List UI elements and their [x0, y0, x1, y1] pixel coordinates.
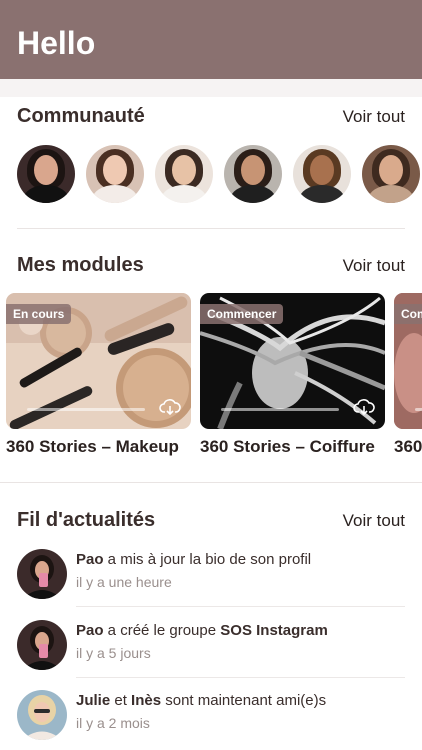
avatar-face — [34, 155, 58, 185]
community-avatar-2[interactable] — [86, 145, 144, 203]
community-avatar-5[interactable] — [293, 145, 351, 203]
module-progress-bar — [221, 408, 339, 411]
feed-action-text: sont maintenant ami(e)s — [161, 692, 327, 709]
feed-avatar[interactable] — [17, 620, 67, 670]
module-title: 360 Stories – Coiffure — [200, 437, 375, 456]
module-card-coiffure[interactable]: Commencer 360 Stories – Coiffure — [200, 293, 385, 463]
feed-timestamp: il y a 5 jours — [76, 645, 151, 661]
avatar-face — [241, 155, 265, 185]
feed-action-text: a créé le groupe — [103, 622, 221, 639]
community-avatar-6[interactable] — [362, 145, 420, 203]
avatar-body — [230, 185, 276, 203]
feed-object[interactable]: SOS Instagram — [220, 622, 328, 639]
avatar-body — [161, 185, 207, 203]
cloud-download-icon[interactable] — [353, 397, 375, 417]
community-title: Communauté — [17, 105, 145, 127]
avatar-face — [379, 155, 403, 185]
avatar-body — [299, 185, 345, 203]
avatar-face — [310, 155, 334, 185]
feed-text: Pao a créé le groupe SOS Instagram — [76, 621, 328, 641]
feed-timestamp: il y a une heure — [76, 574, 172, 590]
avatar-face — [103, 155, 127, 185]
feed-title: Fil d'actualités — [17, 509, 156, 531]
feed-object[interactable]: Inès — [131, 692, 161, 709]
avatar-body — [368, 185, 414, 203]
avatar-image — [17, 549, 67, 599]
community-avatar-row[interactable] — [17, 145, 422, 205]
module-status-badge: Commencer — [394, 304, 422, 324]
avatar-image — [17, 690, 67, 740]
modules-carousel[interactable]: En cours 360 Stories – Makeup Commencer … — [0, 293, 422, 463]
module-thumbnail-makeup: En cours — [6, 293, 191, 429]
feed-action-text: a mis à jour la bio de son profil — [103, 551, 312, 568]
module-status-badge: En cours — [6, 304, 72, 324]
section-gap — [0, 79, 422, 97]
modules-see-all-link[interactable]: Voir tout — [343, 254, 405, 278]
module-status-badge: Commencer — [200, 304, 284, 324]
app-header: Hello — [0, 0, 422, 79]
module-card-other[interactable]: Commencer 360 Stories – — [394, 293, 422, 463]
feed-avatar[interactable] — [17, 690, 67, 740]
module-progress-bar — [27, 408, 145, 411]
feed-divider — [76, 677, 405, 678]
page-title: Hello — [17, 25, 96, 61]
feed-actor[interactable]: Pao — [76, 622, 104, 639]
feed-item[interactable]: Pao a créé le groupe SOS Instagram il y … — [17, 620, 405, 674]
module-title: 360 Stories – Makeup — [6, 437, 179, 456]
feed-divider — [76, 606, 405, 607]
community-see-all-link[interactable]: Voir tout — [343, 105, 405, 129]
feed-item[interactable]: Julie et Inès sont maintenant ami(e)s il… — [17, 690, 405, 744]
community-avatar-1[interactable] — [17, 145, 75, 203]
avatar-image — [17, 620, 67, 670]
feed-timestamp: il y a 2 mois — [76, 715, 150, 731]
module-thumbnail-other: Commencer — [394, 293, 422, 429]
avatar-body — [92, 185, 138, 203]
feed-item[interactable]: Pao a mis à jour la bio de son profil il… — [17, 549, 405, 603]
section-divider — [17, 228, 405, 229]
avatar-body — [23, 185, 69, 203]
cloud-download-icon[interactable] — [159, 397, 181, 417]
feed-actor[interactable]: Julie — [76, 692, 110, 709]
feed-action-text: et — [110, 692, 132, 709]
module-thumbnail-coiffure: Commencer — [200, 293, 385, 429]
feed-text: Pao a mis à jour la bio de son profil — [76, 550, 311, 570]
feed-actor[interactable]: Pao — [76, 551, 104, 568]
community-avatar-4[interactable] — [224, 145, 282, 203]
module-title: 360 Stories – — [394, 437, 422, 456]
feed-text: Julie et Inès sont maintenant ami(e)s — [76, 691, 326, 711]
module-card-makeup[interactable]: En cours 360 Stories – Makeup — [6, 293, 191, 463]
feed-see-all-link[interactable]: Voir tout — [343, 509, 405, 533]
feed-avatar[interactable] — [17, 549, 67, 599]
community-avatar-3[interactable] — [155, 145, 213, 203]
modules-title: Mes modules — [17, 254, 144, 276]
module-progress-bar — [415, 408, 422, 411]
section-divider — [0, 482, 422, 483]
avatar-face — [172, 155, 196, 185]
